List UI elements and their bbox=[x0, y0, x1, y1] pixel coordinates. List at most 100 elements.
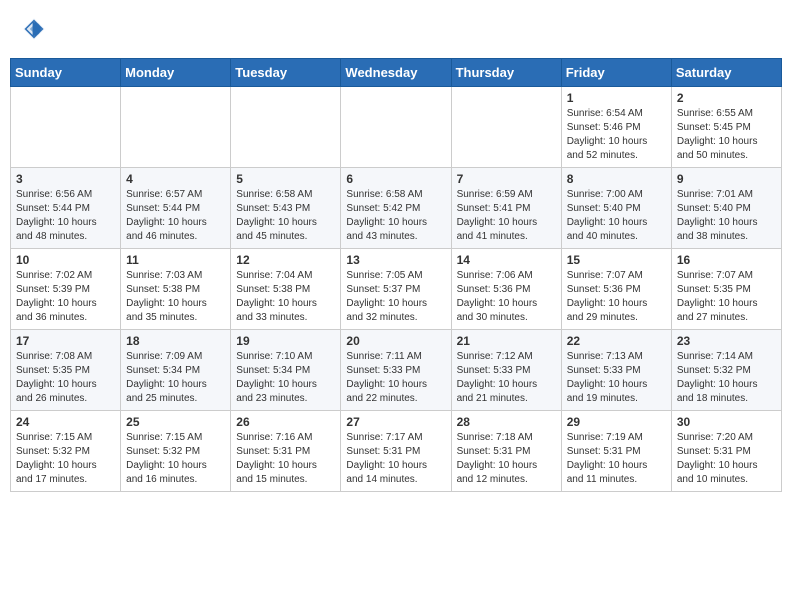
calendar-cell: 28Sunrise: 7:18 AM Sunset: 5:31 PM Dayli… bbox=[451, 411, 561, 492]
day-number: 29 bbox=[567, 415, 666, 429]
calendar-cell: 2 Sunrise: 6:55 AM Sunset: 5:45 PM Daylig… bbox=[671, 87, 781, 168]
day-info: Sunrise: 7:03 AM Sunset: 5:38 PM Dayligh… bbox=[126, 269, 225, 325]
calendar-cell: 4 Sunrise: 6:57 AM Sunset: 5:44 PM Daylig… bbox=[121, 168, 231, 249]
day-info: Sunrise: 7:16 AM Sunset: 5:31 PM Dayligh… bbox=[236, 431, 335, 487]
calendar-week-2: 3Sunrise: 6:56 AM Sunset: 5:44 PM Daylig… bbox=[11, 168, 782, 249]
calendar-cell: 18 Sunrise: 7:09 AM Sunset: 5:34 PM Dayli… bbox=[121, 330, 231, 411]
logo bbox=[20, 15, 52, 43]
day-number: 7 bbox=[457, 172, 556, 186]
day-info: Sunrise: 7:04 AM Sunset: 5:38 PM Dayligh… bbox=[236, 269, 335, 325]
calendar-cell: 13 Sunrise: 7:05 AM Sunset: 5:37 PM Dayli… bbox=[341, 249, 451, 330]
day-info: Sunrise: 7:09 AM Sunset: 5:34 PM Dayligh… bbox=[126, 350, 225, 406]
calendar-cell: 27 Sunrise: 7:17 AM Sunset: 5:31 PM Dayli… bbox=[341, 411, 451, 492]
day-number: 24 bbox=[16, 415, 115, 429]
weekday-header-friday: Friday bbox=[561, 59, 671, 87]
calendar-cell: 23 Sunrise: 7:14 AM Sunset: 5:32 PM Dayli… bbox=[671, 330, 781, 411]
calendar-cell: 16 Sunrise: 7:07 AM Sunset: 5:35 PM Dayli… bbox=[671, 249, 781, 330]
weekday-header-saturday: Saturday bbox=[671, 59, 781, 87]
day-number: 9 bbox=[677, 172, 776, 186]
day-info: Sunrise: 6:58 AM Sunset: 5:42 PM Dayligh… bbox=[346, 188, 445, 244]
calendar-cell: 17Sunrise: 7:08 AM Sunset: 5:35 PM Dayli… bbox=[11, 330, 121, 411]
day-info: Sunrise: 7:07 AM Sunset: 5:35 PM Dayligh… bbox=[677, 269, 776, 325]
calendar-cell: 6 Sunrise: 6:58 AM Sunset: 5:42 PM Daylig… bbox=[341, 168, 451, 249]
day-number: 21 bbox=[457, 334, 556, 348]
day-info: Sunrise: 7:00 AM Sunset: 5:40 PM Dayligh… bbox=[567, 188, 666, 244]
day-info: Sunrise: 7:07 AM Sunset: 5:36 PM Dayligh… bbox=[567, 269, 666, 325]
weekday-header-sunday: Sunday bbox=[11, 59, 121, 87]
day-number: 10 bbox=[16, 253, 115, 267]
day-info: Sunrise: 7:11 AM Sunset: 5:33 PM Dayligh… bbox=[346, 350, 445, 406]
calendar-cell: 25Sunrise: 7:15 AM Sunset: 5:32 PM Dayli… bbox=[121, 411, 231, 492]
day-number: 20 bbox=[346, 334, 445, 348]
day-number: 22 bbox=[567, 334, 666, 348]
calendar-cell bbox=[231, 87, 341, 168]
day-info: Sunrise: 7:17 AM Sunset: 5:31 PM Dayligh… bbox=[346, 431, 445, 487]
day-info: Sunrise: 7:15 AM Sunset: 5:32 PM Dayligh… bbox=[126, 431, 225, 487]
day-info: Sunrise: 7:13 AM Sunset: 5:33 PM Dayligh… bbox=[567, 350, 666, 406]
day-info: Sunrise: 7:12 AM Sunset: 5:33 PM Dayligh… bbox=[457, 350, 556, 406]
day-info: Sunrise: 7:05 AM Sunset: 5:37 PM Dayligh… bbox=[346, 269, 445, 325]
calendar-cell: 12Sunrise: 7:04 AM Sunset: 5:38 PM Dayli… bbox=[231, 249, 341, 330]
day-number: 14 bbox=[457, 253, 556, 267]
calendar-cell: 9 Sunrise: 7:01 AM Sunset: 5:40 PM Daylig… bbox=[671, 168, 781, 249]
calendar-cell bbox=[341, 87, 451, 168]
day-number: 15 bbox=[567, 253, 666, 267]
calendar-cell: 21 Sunrise: 7:12 AM Sunset: 5:33 PM Dayli… bbox=[451, 330, 561, 411]
page-header bbox=[10, 10, 782, 48]
day-info: Sunrise: 6:54 AM Sunset: 5:46 PM Dayligh… bbox=[567, 107, 666, 163]
calendar-week-1: 1Sunrise: 6:54 AM Sunset: 5:46 PM Daylig… bbox=[11, 87, 782, 168]
logo-icon bbox=[20, 15, 48, 43]
weekday-header-thursday: Thursday bbox=[451, 59, 561, 87]
calendar-cell: 30 Sunrise: 7:20 AM Sunset: 5:31 PM Dayli… bbox=[671, 411, 781, 492]
day-number: 6 bbox=[346, 172, 445, 186]
weekday-header-wednesday: Wednesday bbox=[341, 59, 451, 87]
weekday-header-tuesday: Tuesday bbox=[231, 59, 341, 87]
calendar-week-5: 24 Sunrise: 7:15 AM Sunset: 5:32 PM Dayli… bbox=[11, 411, 782, 492]
day-info: Sunrise: 7:08 AM Sunset: 5:35 PM Dayligh… bbox=[16, 350, 115, 406]
day-number: 4 bbox=[126, 172, 225, 186]
day-info: Sunrise: 7:01 AM Sunset: 5:40 PM Dayligh… bbox=[677, 188, 776, 244]
calendar-cell bbox=[11, 87, 121, 168]
day-info: Sunrise: 6:58 AM Sunset: 5:43 PM Dayligh… bbox=[236, 188, 335, 244]
day-number: 5 bbox=[236, 172, 335, 186]
day-number: 18 bbox=[126, 334, 225, 348]
calendar-cell: 8 Sunrise: 7:00 AM Sunset: 5:40 PM Daylig… bbox=[561, 168, 671, 249]
day-number: 23 bbox=[677, 334, 776, 348]
calendar-week-3: 10 Sunrise: 7:02 AM Sunset: 5:39 PM Dayli… bbox=[11, 249, 782, 330]
day-info: Sunrise: 6:55 AM Sunset: 5:45 PM Dayligh… bbox=[677, 107, 776, 163]
calendar-cell: 7 Sunrise: 6:59 AM Sunset: 5:41 PM Daylig… bbox=[451, 168, 561, 249]
calendar-cell: 26 Sunrise: 7:16 AM Sunset: 5:31 PM Dayli… bbox=[231, 411, 341, 492]
day-info: Sunrise: 6:57 AM Sunset: 5:44 PM Dayligh… bbox=[126, 188, 225, 244]
calendar-cell bbox=[121, 87, 231, 168]
calendar-cell: 14 Sunrise: 7:06 AM Sunset: 5:36 PM Dayli… bbox=[451, 249, 561, 330]
calendar-cell: 24 Sunrise: 7:15 AM Sunset: 5:32 PM Dayli… bbox=[11, 411, 121, 492]
calendar-week-4: 17Sunrise: 7:08 AM Sunset: 5:35 PM Dayli… bbox=[11, 330, 782, 411]
day-info: Sunrise: 7:10 AM Sunset: 5:34 PM Dayligh… bbox=[236, 350, 335, 406]
day-number: 16 bbox=[677, 253, 776, 267]
day-info: Sunrise: 7:15 AM Sunset: 5:32 PM Dayligh… bbox=[16, 431, 115, 487]
day-info: Sunrise: 6:56 AM Sunset: 5:44 PM Dayligh… bbox=[16, 188, 115, 244]
day-info: Sunrise: 7:02 AM Sunset: 5:39 PM Dayligh… bbox=[16, 269, 115, 325]
day-info: Sunrise: 7:19 AM Sunset: 5:31 PM Dayligh… bbox=[567, 431, 666, 487]
calendar-cell: 1Sunrise: 6:54 AM Sunset: 5:46 PM Daylig… bbox=[561, 87, 671, 168]
day-number: 8 bbox=[567, 172, 666, 186]
day-number: 13 bbox=[346, 253, 445, 267]
day-number: 19 bbox=[236, 334, 335, 348]
day-info: Sunrise: 7:14 AM Sunset: 5:32 PM Dayligh… bbox=[677, 350, 776, 406]
day-number: 2 bbox=[677, 91, 776, 105]
weekday-header-monday: Monday bbox=[121, 59, 231, 87]
calendar-cell: 20 Sunrise: 7:11 AM Sunset: 5:33 PM Dayli… bbox=[341, 330, 451, 411]
day-number: 30 bbox=[677, 415, 776, 429]
calendar-cell: 3Sunrise: 6:56 AM Sunset: 5:44 PM Daylig… bbox=[11, 168, 121, 249]
day-info: Sunrise: 7:06 AM Sunset: 5:36 PM Dayligh… bbox=[457, 269, 556, 325]
calendar-cell: 15 Sunrise: 7:07 AM Sunset: 5:36 PM Dayli… bbox=[561, 249, 671, 330]
calendar-cell: 19 Sunrise: 7:10 AM Sunset: 5:34 PM Dayli… bbox=[231, 330, 341, 411]
calendar-cell: 22 Sunrise: 7:13 AM Sunset: 5:33 PM Dayli… bbox=[561, 330, 671, 411]
day-number: 27 bbox=[346, 415, 445, 429]
day-info: Sunrise: 6:59 AM Sunset: 5:41 PM Dayligh… bbox=[457, 188, 556, 244]
day-number: 11 bbox=[126, 253, 225, 267]
day-info: Sunrise: 7:20 AM Sunset: 5:31 PM Dayligh… bbox=[677, 431, 776, 487]
calendar-cell bbox=[451, 87, 561, 168]
day-number: 26 bbox=[236, 415, 335, 429]
day-number: 28 bbox=[457, 415, 556, 429]
